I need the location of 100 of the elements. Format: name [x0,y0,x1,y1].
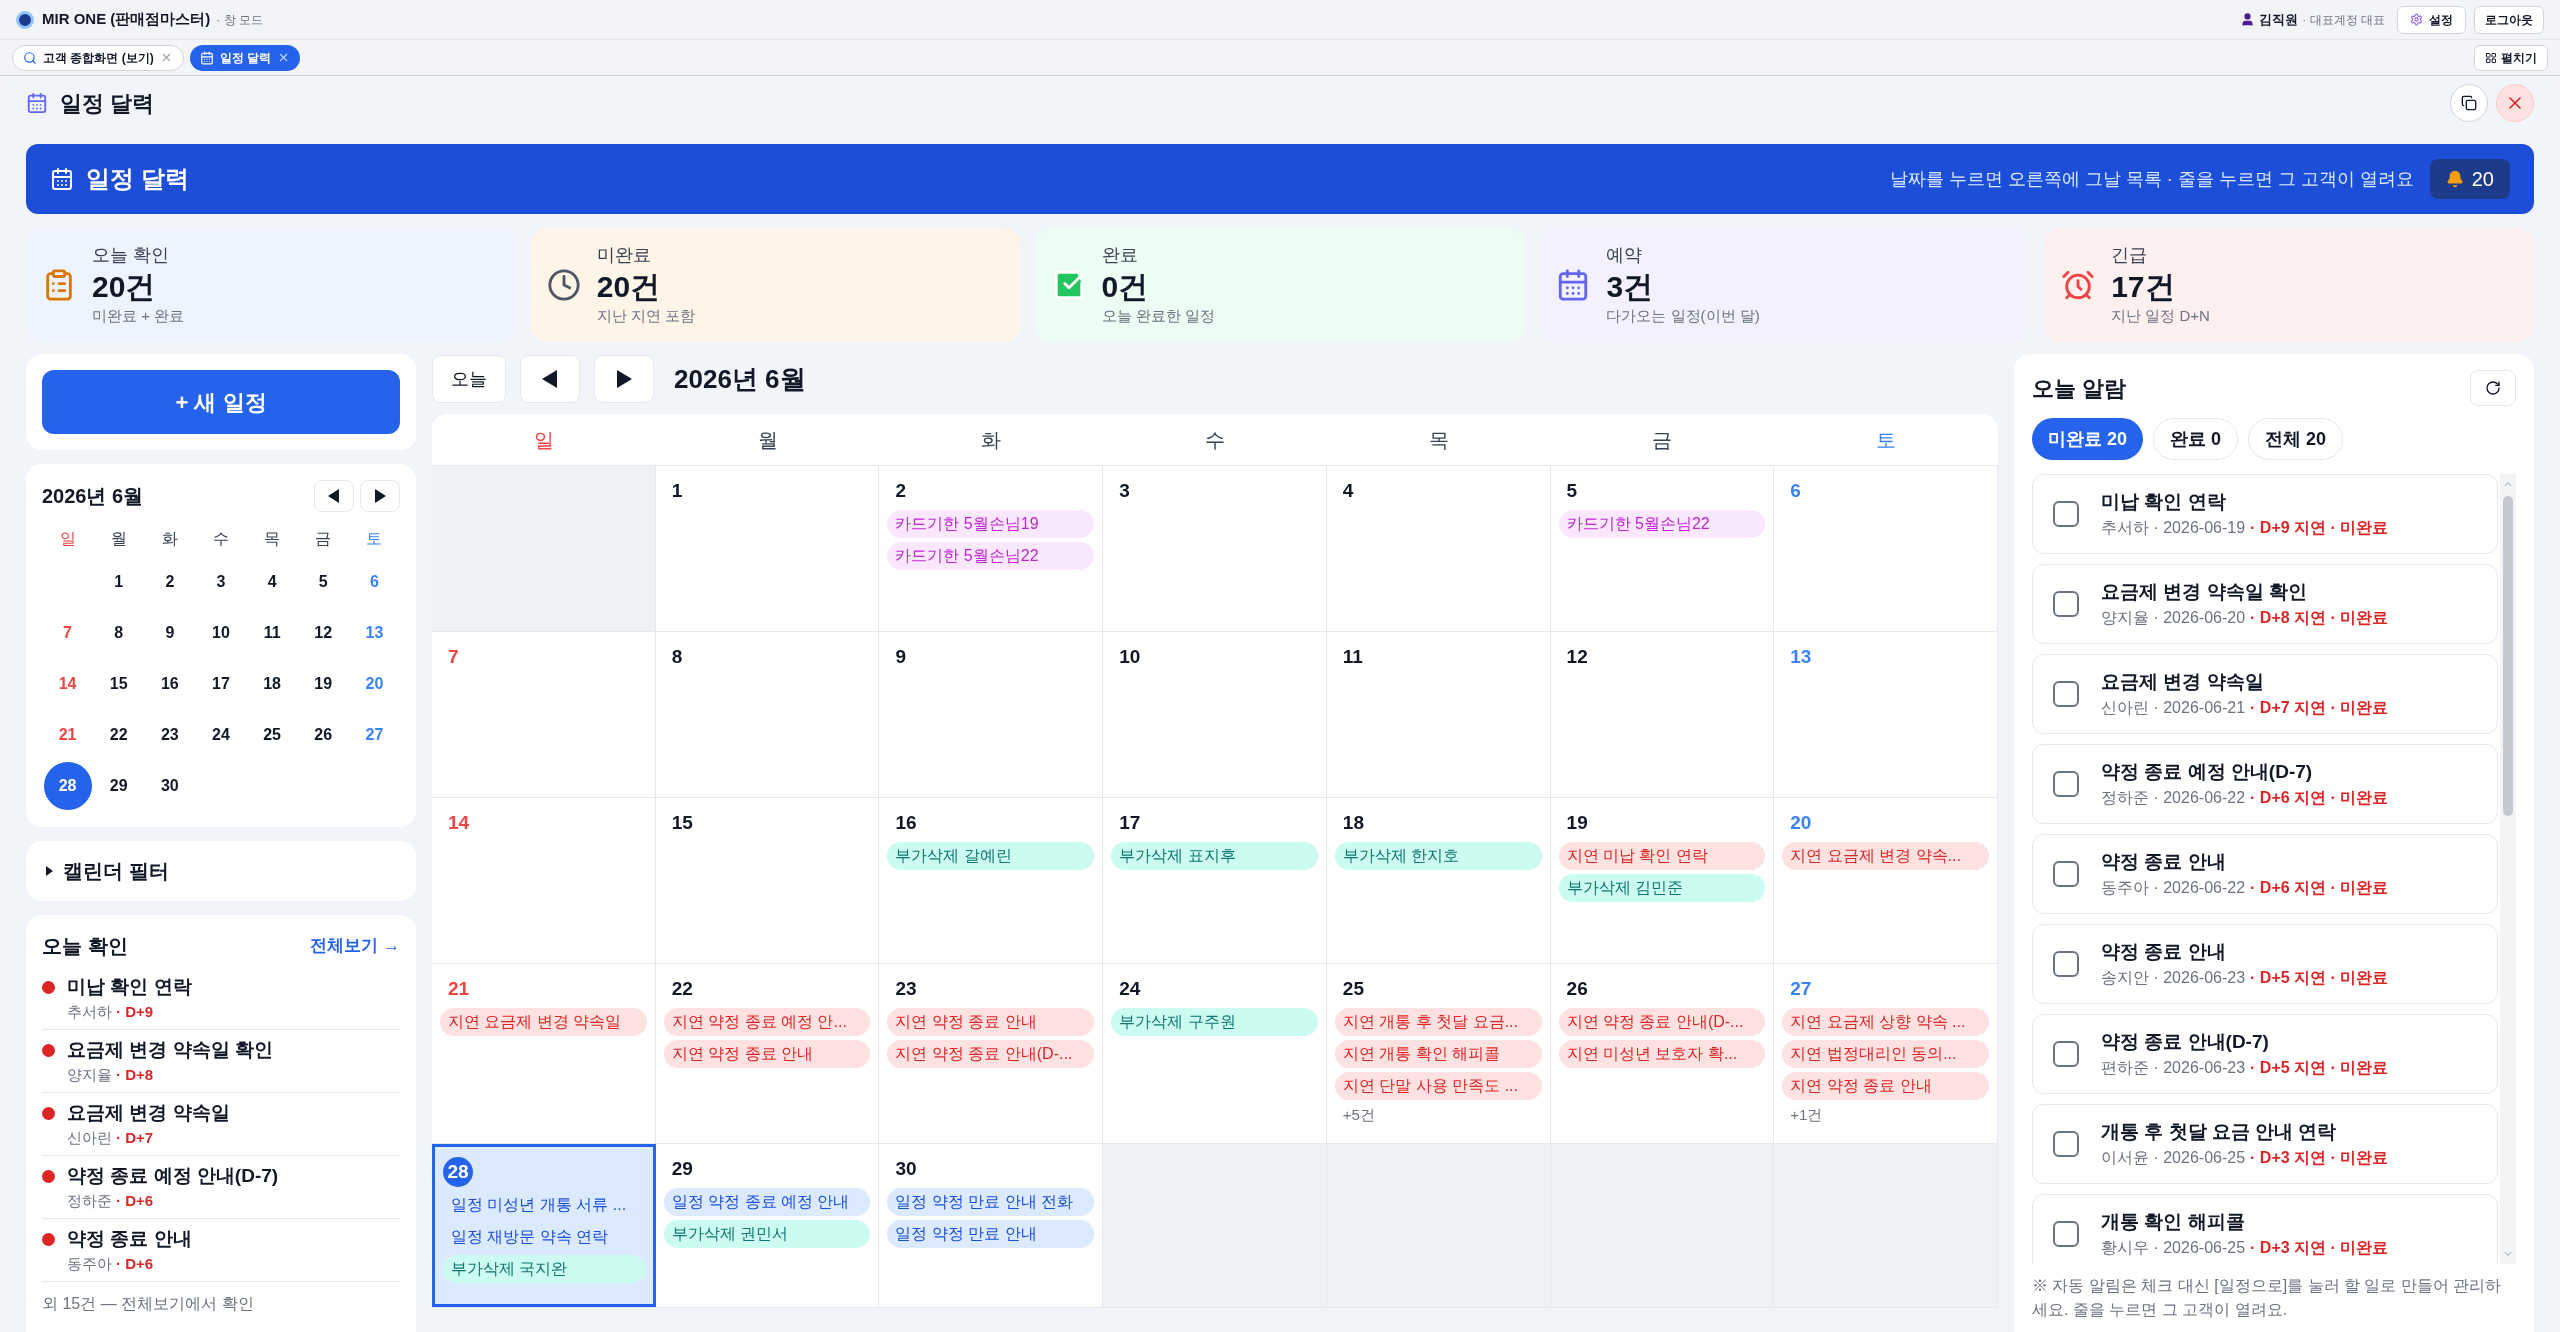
event-chip[interactable]: 카드기한 5월손님22 [887,542,1095,570]
mini-calendar-day[interactable]: 8 [94,608,143,657]
event-chip[interactable]: 부가삭제 국지완 [443,1255,645,1283]
mini-calendar-day[interactable]: 1 [94,557,143,606]
event-chip[interactable]: 지연 약정 종료 안내(D-... [1558,1008,1766,1036]
mini-calendar-day[interactable]: 16 [145,659,194,708]
close-icon[interactable] [277,51,290,64]
mini-calendar-day[interactable]: 6 [350,557,399,606]
task-title[interactable]: 요금제 변경 약속일 [67,1099,230,1127]
event-chip[interactable]: 지연 요금제 상향 약속 ... [1782,1008,1989,1036]
mini-calendar-day[interactable]: 18 [248,659,297,708]
checkbox[interactable] [2053,951,2079,977]
day-cell[interactable]: 28 일정 미성년 개통 서류 ... 일정 재방문 약속 연락 부가삭제 국지완 [432,1144,656,1307]
mini-calendar-day[interactable]: 12 [299,608,348,657]
settings-button[interactable]: 설정 [2397,5,2466,34]
event-chip[interactable]: 부가삭제 구주원 [1111,1008,1318,1036]
task-title[interactable]: 약정 종료 예정 안내(D-7) [67,1162,279,1190]
view-all-link[interactable]: 전체보기 → [310,933,400,959]
checkbox[interactable] [2053,861,2079,887]
event-chip[interactable]: 지연 요금제 변경 약속일 [440,1008,647,1036]
next-month-button[interactable] [594,355,654,403]
mini-calendar-day[interactable]: 2 [145,557,194,606]
day-cell[interactable]: 24 부가삭제 구주원 [1103,964,1327,1143]
alarm-item[interactable]: 약정 종료 안내 동주아 · 2026-06-22 · D+6 지연 · 미완료 [2032,834,2498,914]
more-events-count[interactable]: +5건 [1334,1104,1542,1127]
mini-calendar-day[interactable]: 9 [145,608,194,657]
task-title[interactable]: 약정 종료 안내 [67,1225,192,1253]
alarm-item[interactable]: 약정 종료 예정 안내(D-7) 정하준 · 2026-06-22 · D+6 지연 · 미완료 [2032,744,2498,824]
day-cell[interactable]: 18 부가삭제 한지호 [1326,798,1551,963]
mini-calendar-day[interactable]: 29 [94,761,143,810]
day-cell[interactable]: 19 지연 미납 확인 연락 부가삭제 김민준 [1550,798,1775,963]
mini-calendar-day[interactable]: 3 [197,557,245,606]
task-title[interactable]: 미납 확인 연락 [67,973,192,1001]
mini-calendar-day[interactable]: 22 [94,710,143,759]
day-cell[interactable]: 30 일정 약정 만료 안내 전화 일정 약정 만료 안내 [879,1144,1104,1307]
day-cell[interactable]: 21 지연 요금제 변경 약속일 [432,964,656,1143]
mini-calendar-day[interactable]: 10 [197,608,245,657]
day-cell[interactable]: 17 부가삭제 표지후 [1103,798,1327,963]
mini-calendar-day[interactable]: 21 [43,710,92,759]
event-chip[interactable]: 부가삭제 한지호 [1334,842,1542,870]
mini-calendar-day[interactable]: 11 [248,608,297,657]
event-chip[interactable]: 부가삭제 김민준 [1558,874,1766,902]
mini-calendar-day[interactable]: 15 [94,659,143,708]
event-chip[interactable]: 일정 약정 만료 안내 전화 [887,1188,1095,1216]
day-cell[interactable]: 25 지연 개통 후 첫달 요금... 지연 개통 확인 해피콜 지연 단말 사용 만족도 ... +5건 [1326,964,1551,1143]
event-chip[interactable]: 지연 미성년 보호자 확... [1558,1040,1766,1068]
day-cell[interactable]: 13 [1774,632,1998,797]
filter-tab[interactable]: 미완료 20 [2032,418,2144,460]
event-chip[interactable]: 지연 개통 확인 해피콜 [1334,1040,1542,1068]
day-cell[interactable]: 1 [655,466,880,631]
event-chip[interactable]: 카드기한 5월손님19 [887,510,1095,538]
event-chip[interactable]: 지연 약정 종료 안내(D-... [887,1040,1095,1068]
event-chip[interactable]: 카드기한 5월손님22 [1558,510,1766,538]
restore-button[interactable] [2450,84,2488,122]
event-chip[interactable]: 지연 약정 종료 안내 [663,1040,871,1068]
refresh-button[interactable] [2470,370,2516,406]
checkbox[interactable] [2053,1041,2079,1067]
mini-calendar-day[interactable]: 23 [145,710,194,759]
filter-toggle[interactable]: 캘린더 필터 [26,841,416,901]
event-chip[interactable]: 지연 약정 종료 예정 안... [663,1008,871,1036]
alarm-item[interactable]: 개통 확인 해피콜 황시우 · 2026-06-25 · D+3 지연 · 미완료 [2032,1194,2498,1264]
day-cell[interactable]: 6 [1774,466,1998,631]
event-chip[interactable]: 지연 미납 확인 연락 [1558,842,1766,870]
day-cell[interactable]: 10 [1103,632,1327,797]
mini-calendar-day[interactable]: 17 [197,659,245,708]
day-cell[interactable]: 5 카드기한 5월손님22 [1550,466,1775,631]
next-month-button[interactable] [360,480,400,512]
filter-tab[interactable]: 완료 0 [2153,418,2239,460]
filter-tab[interactable]: 전체 20 [2248,418,2344,460]
mini-calendar-day[interactable]: 13 [350,608,399,657]
checkbox[interactable] [2053,1221,2079,1247]
window-tab[interactable]: 일정 달력 [189,44,300,71]
mini-calendar-day[interactable]: 30 [145,761,194,810]
event-chip[interactable]: 지연 개통 후 첫달 요금... [1334,1008,1542,1036]
logout-button[interactable]: 로그아웃 [2474,5,2544,34]
checkbox[interactable] [2053,771,2079,797]
alarm-item[interactable]: 개통 후 첫달 요금 안내 연락 이서윤 · 2026-06-25 · D+3 지연 · 미완료 [2032,1104,2498,1184]
checkbox[interactable] [2053,591,2079,617]
day-cell[interactable]: 14 [432,798,656,963]
event-chip[interactable]: 지연 요금제 변경 약속... [1782,842,1989,870]
today-button[interactable]: 오늘 [432,355,506,403]
mini-calendar-day[interactable]: 24 [197,710,245,759]
alarm-item[interactable]: 요금제 변경 약속일 신아린 · 2026-06-21 · D+7 지연 · 미완료 [2032,654,2498,734]
close-button[interactable] [2496,84,2534,122]
day-cell[interactable]: 20 지연 요금제 변경 약속... [1774,798,1998,963]
day-cell[interactable]: 12 [1550,632,1775,797]
more-events-count[interactable]: +1건 [1782,1104,1989,1127]
day-cell[interactable]: 15 [655,798,880,963]
previous-month-button[interactable] [314,480,354,512]
day-cell[interactable]: 8 [655,632,880,797]
day-cell[interactable]: 16 부가삭제 갈예린 [879,798,1104,963]
scrollbar-thumb[interactable] [2503,496,2513,816]
mini-calendar-day[interactable]: 4 [248,557,297,606]
event-chip[interactable]: 부가삭제 표지후 [1111,842,1318,870]
previous-month-button[interactable] [520,355,580,403]
day-cell[interactable]: 23 지연 약정 종료 안내 지연 약정 종료 안내(D-... [879,964,1104,1143]
day-cell[interactable]: 4 [1326,466,1551,631]
day-cell[interactable]: 3 [1103,466,1327,631]
day-cell[interactable]: 9 [879,632,1104,797]
alarm-item[interactable]: 미납 확인 연락 추서하 · 2026-06-19 · D+9 지연 · 미완료 [2032,474,2498,554]
